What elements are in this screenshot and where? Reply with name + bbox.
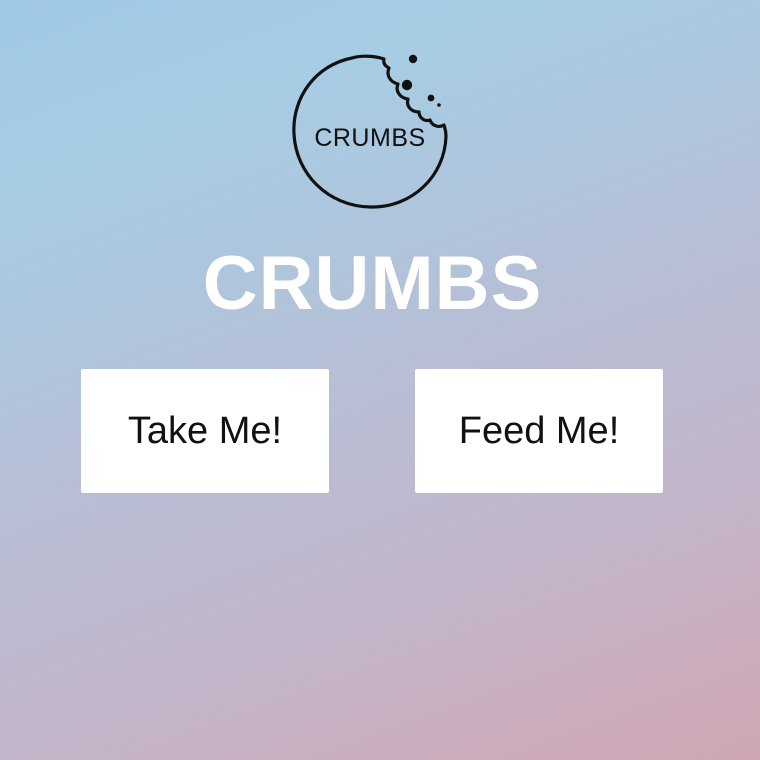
landing-page: CRUMBS CRUMBS Take Me! Feed Me!: [0, 0, 760, 760]
feed-me-button[interactable]: Feed Me!: [415, 369, 663, 493]
logo-text: CRUMBS: [314, 124, 425, 152]
crumbs-logo: CRUMBS: [280, 48, 460, 218]
cookie-bite-icon: CRUMBS: [292, 54, 448, 209]
take-me-button[interactable]: Take Me!: [81, 369, 329, 493]
page-title: CRUMBS: [202, 241, 543, 326]
